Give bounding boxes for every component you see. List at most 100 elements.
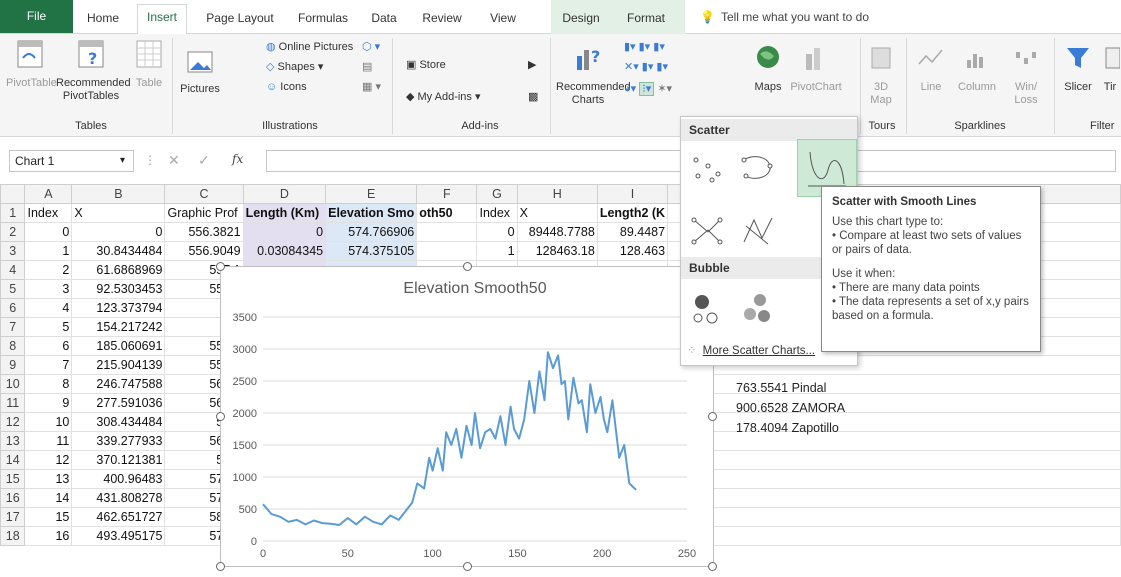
scatter-straight-lines-option[interactable] [737, 211, 779, 251]
cell-b[interactable]: 277.591036 [71, 393, 166, 413]
cell-a[interactable]: 5 [24, 317, 73, 337]
column-header-e[interactable]: E [325, 184, 418, 204]
cell-d[interactable]: Length (Km) [242, 203, 327, 223]
resize-handle[interactable] [708, 412, 717, 421]
resize-handle[interactable] [708, 562, 717, 571]
chart-object[interactable]: Elevation Smooth50 0 500 1000 1500 2000 2500 30… [216, 262, 717, 571]
people-graph-icon[interactable]: ▩ [528, 90, 538, 104]
cell-empty[interactable] [667, 469, 1121, 489]
select-all-corner[interactable] [0, 184, 26, 204]
column-header-g[interactable]: G [476, 184, 518, 204]
3d-map-button[interactable]: 3D Map [864, 42, 898, 107]
cell-a[interactable]: 10 [24, 412, 73, 432]
cell-b[interactable]: 493.495175 [71, 526, 166, 546]
column-chart-icon[interactable]: ▮▾ ▮▾ ▮▾ [624, 40, 665, 54]
cell-i[interactable]: 128.463 [596, 241, 669, 261]
maps-button[interactable]: Maps [750, 42, 786, 94]
cell-c[interactable]: Graphic Prof [164, 203, 244, 223]
row-header[interactable]: 4 [0, 260, 26, 280]
table-button[interactable]: Table [130, 38, 168, 90]
cancel-icon[interactable]: ✕ [168, 152, 180, 169]
smartart-icon[interactable]: ▤ [362, 60, 372, 74]
sparkline-column-button[interactable]: Column [952, 42, 1002, 94]
cell-g[interactable]: 0 [476, 222, 518, 242]
tell-me-box[interactable]: 💡 Tell me what you want to do [700, 10, 869, 24]
pictures-button[interactable]: Pictures [176, 48, 224, 96]
sparkline-line-button[interactable]: Line [914, 42, 948, 94]
cell-e[interactable]: 574.766906 [325, 222, 418, 242]
timeline-button[interactable]: Tir [1098, 42, 1121, 94]
pie-chart-icon[interactable]: ◕▾ ⁝▾ ✶▾ [624, 82, 672, 96]
row-header[interactable]: 10 [0, 374, 26, 394]
resize-handle[interactable] [216, 562, 225, 571]
cell-a[interactable]: 16 [24, 526, 73, 546]
shapes-button[interactable]: ◇ Shapes ▾ [266, 60, 323, 74]
cell-a[interactable]: 12 [24, 450, 73, 470]
hierarchy-chart-icon[interactable]: ✕▾ ▮▾ ▮▾ [624, 60, 668, 74]
cell-a[interactable]: 2 [24, 260, 73, 280]
column-header-h[interactable]: H [516, 184, 598, 204]
tab-design[interactable]: Design [555, 8, 607, 28]
row-header[interactable]: 14 [0, 450, 26, 470]
cell-e[interactable]: Elevation Smo [325, 203, 418, 223]
cell-a[interactable]: 11 [24, 431, 73, 451]
cell-a[interactable]: 13 [24, 469, 73, 489]
name-box[interactable]: Chart 1 ▾ [9, 150, 134, 172]
cell-b[interactable]: 246.747588 [71, 374, 166, 394]
cell-b[interactable]: 370.121381 [71, 450, 166, 470]
cell-a[interactable]: 0 [24, 222, 73, 242]
cell-b[interactable]: 123.373794 [71, 298, 166, 318]
cell-a[interactable]: 15 [24, 507, 73, 527]
row-header[interactable]: 3 [0, 241, 26, 261]
tab-format[interactable]: Format [619, 8, 673, 28]
cell-b[interactable]: 185.060691 [71, 336, 166, 356]
row-header[interactable]: 9 [0, 355, 26, 375]
row-header[interactable]: 6 [0, 298, 26, 318]
cell-b[interactable]: 400.96483 [71, 469, 166, 489]
cell-b[interactable]: 339.277933 [71, 431, 166, 451]
chevron-down-icon[interactable]: ▾ [120, 151, 125, 171]
3d-models-icon[interactable]: ⬡ ▾ [362, 40, 380, 54]
row-header[interactable]: 17 [0, 507, 26, 527]
cell-b[interactable]: 154.217242 [71, 317, 166, 337]
column-header-a[interactable]: A [24, 184, 73, 204]
cell-b[interactable]: 462.651727 [71, 507, 166, 527]
row-header[interactable]: 5 [0, 279, 26, 299]
cell-b[interactable]: X [71, 203, 166, 223]
bubble-3d-option[interactable] [737, 289, 779, 329]
cell-a[interactable]: 8 [24, 374, 73, 394]
cell-h[interactable]: 89448.7788 [516, 222, 598, 242]
cell-f[interactable] [416, 222, 478, 242]
scatter-smooth-markers-option[interactable] [737, 149, 779, 189]
row-header[interactable]: 13 [0, 431, 26, 451]
resize-handle[interactable] [216, 262, 225, 271]
tab-formulas[interactable]: Formulas [290, 8, 356, 28]
column-header-b[interactable]: B [71, 184, 166, 204]
row-header[interactable]: 12 [0, 412, 26, 432]
cell-b[interactable]: 308.434484 [71, 412, 166, 432]
cell-a[interactable]: 14 [24, 488, 73, 508]
column-header-i[interactable]: I [596, 184, 669, 204]
insert-function-icon[interactable]: fx [232, 152, 243, 166]
cell-b[interactable]: 30.8434484 [71, 241, 166, 261]
cell-h[interactable]: X [516, 203, 598, 223]
cell-b[interactable]: 61.6868969 [71, 260, 166, 280]
cell-d[interactable]: 0.03084345 [242, 241, 327, 261]
slicer-button[interactable]: Slicer [1060, 42, 1096, 94]
cell-g[interactable]: 1 [476, 241, 518, 261]
side-row[interactable]: 178.4094 Zapotillo [736, 418, 845, 438]
row-header[interactable]: 18 [0, 526, 26, 546]
store-button[interactable]: ▣ Store [406, 58, 446, 72]
pivottable-button[interactable]: PivotTable [6, 38, 57, 90]
bing-maps-icon[interactable]: ▶ [528, 58, 536, 72]
tab-page-layout[interactable]: Page Layout [198, 8, 282, 28]
row-header[interactable]: 2 [0, 222, 26, 242]
cell-empty[interactable] [667, 450, 1121, 470]
resize-handle[interactable] [216, 412, 225, 421]
row-header[interactable]: 1 [0, 203, 26, 223]
cell-empty[interactable] [667, 488, 1121, 508]
row-header[interactable]: 11 [0, 393, 26, 413]
sparkline-winloss-button[interactable]: Win/ Loss [1006, 42, 1046, 107]
cell-c[interactable]: 556.9049 [164, 241, 244, 261]
row-header[interactable]: 8 [0, 336, 26, 356]
